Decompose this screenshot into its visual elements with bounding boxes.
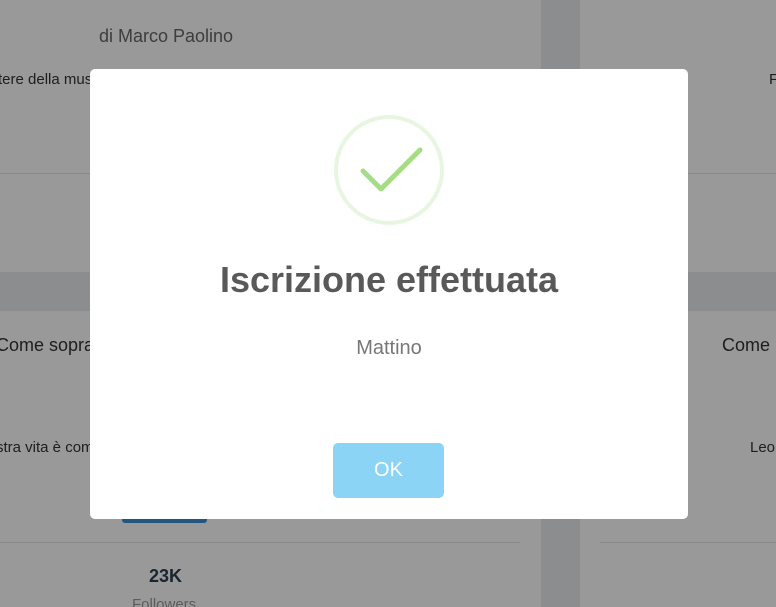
- success-check-icon: [334, 115, 444, 225]
- dialog-title: Iscrizione effettuata: [219, 259, 559, 300]
- success-dialog: Iscrizione effettuata Mattino OK: [90, 69, 688, 519]
- dialog-text: Mattino: [356, 337, 422, 359]
- ok-button[interactable]: OK: [333, 443, 444, 498]
